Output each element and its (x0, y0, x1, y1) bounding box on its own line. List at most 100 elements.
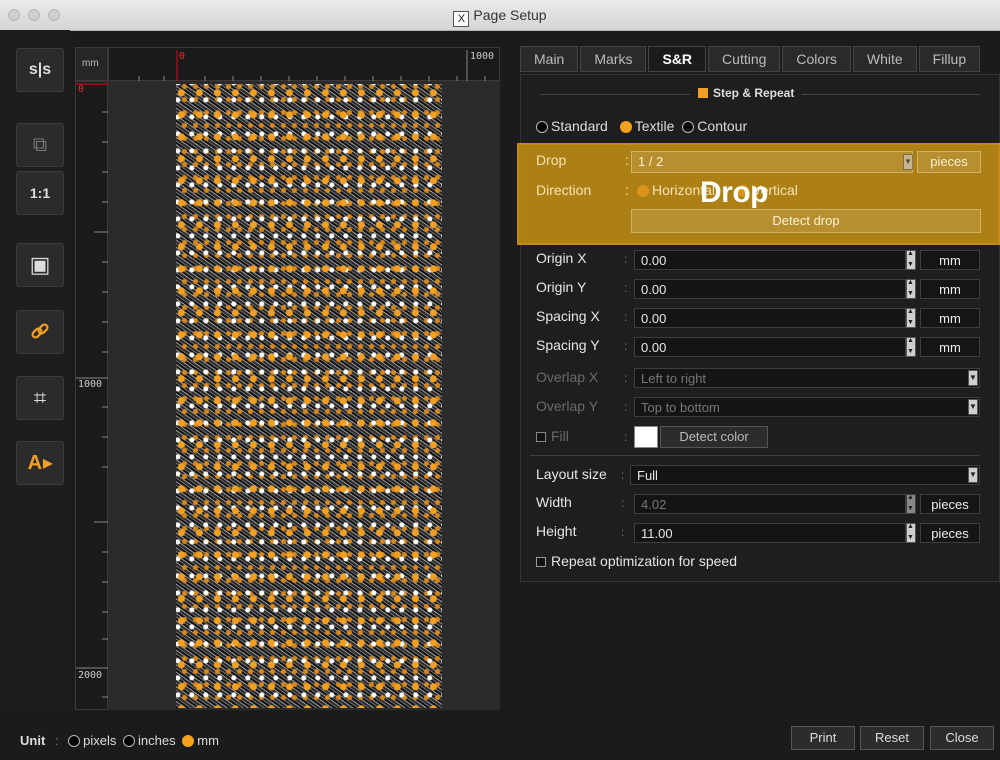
spacing-y-stepper[interactable] (906, 335, 916, 358)
unit-pixels-label: pixels (83, 733, 117, 748)
overlap-x-dropdown-icon[interactable]: ▼ (968, 370, 978, 386)
step-repeat-group-header[interactable]: Step & Repeat (690, 86, 803, 100)
mode-contour-option[interactable]: Contour (682, 118, 747, 134)
horizontal-ruler[interactable]: 0 1000 (108, 47, 500, 82)
mode-standard-option[interactable]: Standard (536, 118, 608, 134)
v-ruler-1000: 1000 (78, 379, 103, 390)
overlap-y-dropdown-icon[interactable]: ▼ (968, 399, 978, 415)
spacing-x-unit[interactable]: mm (920, 308, 980, 328)
origin-y-input[interactable]: 0.00 (634, 279, 906, 299)
unit-inches-label: inches (138, 733, 176, 748)
section-divider (530, 455, 980, 456)
spacing-y-label: Spacing Y (536, 337, 600, 353)
height-input[interactable]: 11.00 (634, 523, 906, 543)
origin-x-unit[interactable]: mm (920, 250, 980, 270)
radio-contour[interactable] (682, 121, 695, 133)
mirror-tool-button[interactable]: s|s (16, 48, 64, 92)
drop-unit: pieces (917, 151, 981, 173)
height-stepper[interactable] (906, 521, 916, 544)
tab-colors[interactable]: Colors (782, 46, 851, 72)
export-tool-button[interactable]: ⧉ (16, 123, 64, 167)
origin-y-label: Origin Y (536, 279, 587, 295)
radio-inches[interactable] (123, 735, 136, 747)
link-tool-button[interactable] (16, 310, 64, 354)
fill-checkbox[interactable] (536, 432, 546, 442)
tab-white[interactable]: White (852, 46, 917, 72)
radio-standard[interactable] (536, 121, 548, 133)
drop-overlay-caption: Drop (700, 176, 769, 209)
radio-mm[interactable] (182, 735, 195, 747)
text-tool-button[interactable]: A ▶ (16, 441, 64, 485)
detect-drop-button[interactable]: Detect drop (631, 209, 981, 233)
tab-bar: Main Marks S&R Cutting Colors White Fill… (520, 46, 982, 72)
overlap-y-select[interactable]: Top to bottom (634, 397, 980, 417)
overlap-x-select[interactable]: Left to right (634, 368, 980, 388)
repeat-optimization-label: Repeat optimization for speed (551, 553, 737, 569)
mirror-icon: s|s (28, 61, 52, 78)
tab-fillup[interactable]: Fillup (918, 46, 981, 72)
drop-colon: : (625, 152, 629, 168)
tab-main[interactable]: Main (520, 46, 579, 72)
drop-select[interactable]: 1 / 2 (631, 151, 913, 173)
height-unit[interactable]: pieces (920, 523, 980, 543)
reset-button[interactable]: Reset (860, 726, 924, 750)
h-ruler-zero: 0 (179, 51, 186, 62)
width-unit[interactable]: pieces (920, 494, 980, 514)
repeat-optimization-checkbox[interactable] (536, 557, 546, 567)
v-ruler-2000: 2000 (78, 670, 103, 681)
layout-size-dropdown-icon[interactable]: ▼ (968, 467, 978, 483)
unit-selector: Unit : pixels inches mm (20, 733, 219, 748)
step-repeat-checkbox[interactable] (698, 88, 708, 98)
radio-pixels[interactable] (68, 735, 81, 747)
layout-size-select[interactable]: Full (630, 465, 980, 485)
origin-x-stepper[interactable] (906, 248, 916, 271)
mode-radio-group: Standard Textile Contour (536, 118, 747, 134)
unit-inches-option[interactable]: inches (123, 733, 176, 748)
tab-cutting[interactable]: Cutting (708, 46, 781, 72)
spacing-x-label: Spacing X (536, 308, 600, 324)
drop-dropdown-icon[interactable]: ▼ (903, 154, 913, 170)
spacing-y-unit[interactable]: mm (920, 337, 980, 357)
fill-color-swatch[interactable] (634, 426, 658, 448)
overlap-y-colon: : (624, 400, 628, 414)
tab-step-repeat[interactable]: S&R (648, 46, 707, 72)
unit-pixels-option[interactable]: pixels (68, 733, 116, 748)
detect-color-button[interactable]: Detect color (660, 426, 768, 448)
vertical-ruler[interactable]: 0 1000 2000 (75, 81, 109, 710)
v-ruler-zero: 0 (78, 84, 85, 95)
frame-tool-button[interactable]: ⌗ (16, 376, 64, 420)
spacing-y-input[interactable]: 0.00 (634, 337, 906, 357)
mode-contour-label: Contour (697, 118, 748, 134)
unit-mm-option[interactable]: mm (182, 733, 219, 748)
height-label: Height (536, 523, 577, 539)
text-tool-icon: A (27, 451, 43, 474)
actual-size-tool-button[interactable]: 1:1 (16, 171, 64, 215)
mode-textile-option[interactable]: Textile (619, 118, 674, 134)
tab-marks[interactable]: Marks (580, 46, 647, 72)
width-input[interactable]: 4.02 (634, 494, 906, 514)
radio-textile[interactable] (619, 121, 632, 133)
origin-y-stepper[interactable] (906, 277, 916, 300)
radio-horizontal[interactable] (637, 185, 649, 197)
close-button[interactable]: Close (930, 726, 994, 750)
spacing-y-colon: : (624, 339, 628, 353)
spacing-x-stepper[interactable] (906, 306, 916, 329)
repeat-optimization-option[interactable]: Repeat optimization for speed (536, 553, 737, 569)
overlap-x-colon: : (624, 371, 628, 385)
spacing-x-input[interactable]: 0.00 (634, 308, 906, 328)
print-button[interactable]: Print (791, 726, 855, 750)
layout-size-label: Layout size (536, 466, 607, 482)
triangle-icon: ▶ (43, 456, 53, 470)
ruler-unit: mm (75, 47, 108, 81)
window-title-wrap: X Page Setup (0, 7, 1000, 27)
export-icon: ⧉ (32, 133, 48, 156)
fit-tool-button[interactable]: ▣ (16, 243, 64, 287)
origin-x-input[interactable]: 0.00 (634, 250, 906, 270)
origin-y-unit[interactable]: mm (920, 279, 980, 299)
drop-label: Drop (536, 152, 567, 168)
actual-size-icon: 1:1 (29, 185, 51, 201)
repeated-pattern-preview[interactable] (176, 84, 442, 708)
h-ruler-1000: 1000 (470, 51, 495, 62)
fill-option[interactable]: Fill (536, 428, 569, 444)
width-stepper[interactable] (906, 492, 916, 515)
